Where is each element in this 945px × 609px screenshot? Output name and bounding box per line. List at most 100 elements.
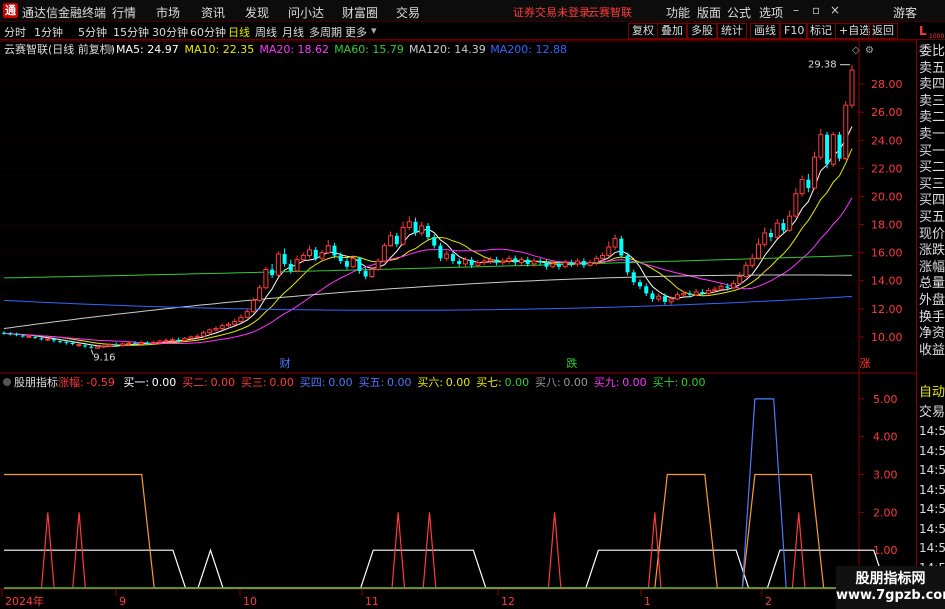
settings-icon[interactable]: ⚙: [865, 45, 874, 56]
candle-body: [606, 246, 612, 256]
side-panel-label[interactable]: 买一: [919, 144, 945, 159]
candle-body: [644, 286, 649, 294]
candle-body: [132, 343, 137, 345]
period-tab-multi[interactable]: 多周期: [309, 24, 342, 40]
candle-body: [244, 311, 250, 318]
legend-toggle-icon[interactable]: [105, 45, 113, 53]
period-tab-5min[interactable]: 5分钟: [78, 24, 107, 40]
side-panel-label[interactable]: 现价: [919, 227, 945, 242]
side-panel-label[interactable]: 收益: [919, 343, 945, 358]
candle: [837, 131, 842, 162]
more-dropdown-icon[interactable]: ▾: [371, 24, 377, 37]
side-panel-label[interactable]: 卖二: [919, 110, 945, 125]
candle: [843, 100, 849, 160]
candle-body: [138, 342, 144, 345]
candle-body: [743, 264, 749, 278]
side-panel-label[interactable]: 净资: [919, 326, 945, 341]
side-panel-time: 14:56: [919, 502, 945, 516]
menu-item-function[interactable]: 功能: [666, 4, 690, 21]
back-button[interactable]: 返回: [868, 23, 898, 39]
diamond-icon[interactable]: ◇: [852, 45, 860, 56]
login-notice[interactable]: 证券交易未登录: [513, 4, 590, 20]
candle-body: [787, 215, 793, 231]
candle-body: [818, 134, 824, 158]
side-panel-mode[interactable]: 交易: [919, 405, 945, 420]
candle-body: [837, 134, 842, 159]
menu-item-layout[interactable]: 版面: [697, 4, 721, 21]
side-panel-mode[interactable]: 自动: [919, 385, 945, 400]
indicator-field-value: 0.00: [387, 376, 412, 389]
side-panel-label[interactable]: 买三: [919, 177, 945, 192]
stock-chart[interactable]: 云赛智联(日线 前复权) MA5: 24.97 MA10: 22.35 MA20: …: [0, 40, 916, 609]
menu-item-wealth[interactable]: 财富圈: [342, 4, 378, 21]
candle-body: [513, 258, 518, 263]
menu-item-quotes[interactable]: 行情: [112, 4, 136, 21]
side-panel-label[interactable]: 卖一: [919, 127, 945, 142]
candle-body: [8, 333, 13, 335]
side-panel-label[interactable]: 买四: [919, 193, 945, 208]
candle-body: [332, 245, 337, 256]
candle-body: [400, 226, 406, 245]
candle-body: [58, 341, 63, 343]
side-panel-label[interactable]: 卖四: [919, 77, 945, 92]
menu-item-market[interactable]: 市场: [156, 4, 180, 21]
candle-body: [14, 334, 19, 336]
side-panel-label[interactable]: 委比: [919, 44, 945, 59]
side-panel-label[interactable]: 卖三: [919, 94, 945, 109]
side-panel-label[interactable]: 买五: [919, 210, 945, 225]
maximize-icon[interactable]: ▫: [812, 3, 820, 17]
menu-item-trade[interactable]: 交易: [396, 4, 420, 21]
period-tab-weekly[interactable]: 周线: [255, 24, 277, 40]
period-tab-monthly[interactable]: 月线: [282, 24, 304, 40]
side-panel-label[interactable]: 总量: [919, 276, 945, 291]
candle-body: [76, 344, 82, 347]
guest-label[interactable]: 游客: [893, 4, 917, 21]
mark-button[interactable]: 标记: [806, 23, 836, 39]
f10-button[interactable]: F10: [780, 23, 809, 39]
candle-body: [176, 339, 181, 341]
candle-body: [793, 193, 799, 217]
fq-button[interactable]: 复权: [628, 23, 658, 39]
menu-item-options[interactable]: 选项: [759, 4, 783, 21]
candle: [619, 235, 624, 259]
candle-body: [538, 261, 543, 263]
menu-item-news[interactable]: 资讯: [201, 4, 225, 21]
period-tab-1min[interactable]: 1分钟: [34, 24, 63, 40]
side-panel-label[interactable]: 卖五: [919, 61, 945, 76]
multi-stock-button[interactable]: 多股: [687, 23, 717, 39]
indicator-tick-label: 2.00: [873, 506, 898, 519]
candle-body: [232, 320, 238, 325]
close-icon[interactable]: ×: [830, 3, 840, 17]
menu-item-discover[interactable]: 发现: [245, 4, 269, 21]
menu-item-ask[interactable]: 问小达: [288, 4, 324, 21]
candle-body: [531, 260, 537, 265]
candle-body: [369, 269, 375, 278]
menu-item-formula[interactable]: 公式: [727, 4, 751, 21]
period-tab-more[interactable]: 更多: [345, 24, 367, 40]
candle-body: [662, 296, 667, 302]
overlay-button[interactable]: 叠加: [657, 23, 687, 39]
indicator-field-label: 买八:: [535, 376, 561, 389]
period-tab-30min[interactable]: 30分钟: [152, 24, 188, 40]
date-tick-label: 2: [765, 595, 772, 608]
candle-body: [612, 238, 618, 248]
period-tab-15min[interactable]: 15分钟: [113, 24, 149, 40]
side-panel-label[interactable]: 买二: [919, 160, 945, 175]
period-tab-60min[interactable]: 60分钟: [190, 24, 226, 40]
candle-body: [681, 292, 687, 296]
side-panel-label[interactable]: 涨跌: [919, 243, 945, 258]
candle-body: [288, 263, 293, 271]
side-panel-label[interactable]: 外盘: [919, 293, 945, 308]
menu-bar: 通 通达信金融终端 行情 市场 资讯 发现 问小达 财富圈 交易 证券交易未登录…: [0, 0, 945, 22]
period-tab-timeshare[interactable]: 分时: [4, 24, 26, 40]
candle-body: [83, 345, 88, 347]
side-panel-label[interactable]: 涨幅: [919, 260, 945, 275]
minimize-icon[interactable]: –: [793, 3, 799, 17]
draw-line-button[interactable]: 画线: [750, 23, 780, 39]
indicator-field-value: 0.00: [328, 376, 353, 389]
statistics-button[interactable]: 统计: [717, 23, 747, 39]
candle-body: [600, 254, 606, 259]
period-tab-daily[interactable]: 日线: [228, 24, 250, 40]
candle-body: [469, 259, 474, 266]
side-panel-label[interactable]: 换手: [919, 310, 945, 325]
